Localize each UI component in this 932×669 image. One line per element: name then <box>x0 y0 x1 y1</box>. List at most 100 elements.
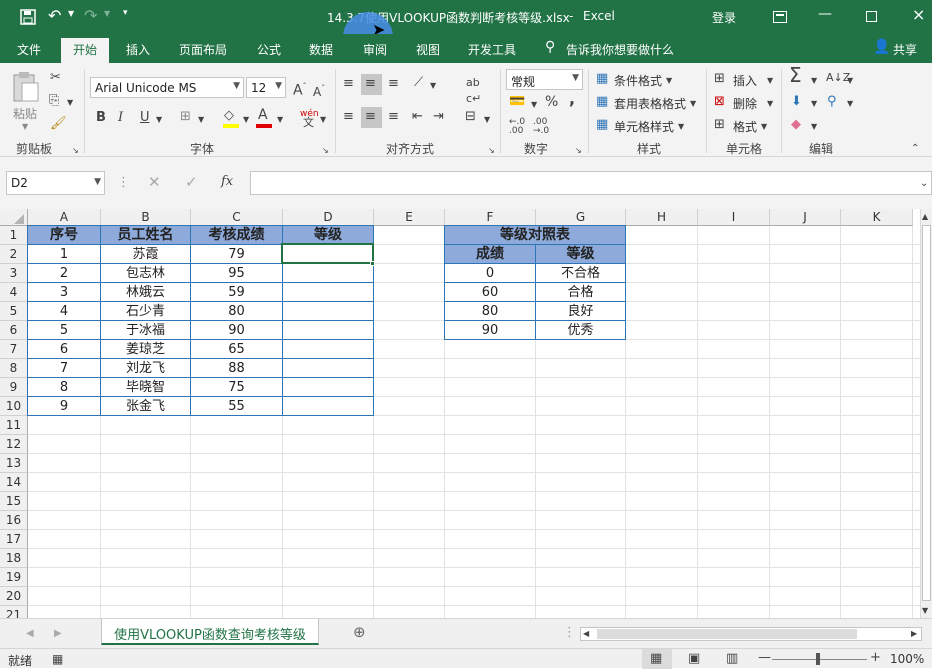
underline-button[interactable]: U <box>140 110 150 126</box>
zoom-out-icon[interactable]: — <box>758 650 771 666</box>
insert-dropdown-icon[interactable]: ▼ <box>767 73 773 89</box>
table-cell[interactable]: 79 <box>191 245 282 264</box>
align-bottom-icon[interactable]: ≡ <box>388 76 399 92</box>
format-as-table-button[interactable]: 套用表格格式 <box>614 95 686 112</box>
row-header[interactable]: 17 <box>0 530 28 549</box>
share-button[interactable]: 共享 <box>893 41 917 58</box>
table-cell[interactable] <box>283 283 373 302</box>
align-top-icon[interactable]: ≡ <box>343 76 354 92</box>
table-cell[interactable]: 毕晓智 <box>101 378 190 397</box>
zoom-level[interactable]: 100% <box>890 652 924 666</box>
insert-cells-button[interactable]: 插入 <box>733 72 757 89</box>
row-header[interactable]: 11 <box>0 416 28 435</box>
row-header[interactable]: 9 <box>0 378 28 397</box>
borders-dropdown-icon[interactable]: ▼ <box>198 112 204 128</box>
column-header[interactable]: K <box>841 209 913 226</box>
row-header[interactable]: 21 <box>0 606 28 618</box>
font-size-combo[interactable]: 12 ▼ <box>246 77 286 98</box>
table-cell[interactable]: 95 <box>191 264 282 283</box>
vertical-scrollbar[interactable]: ▲ ▼ <box>920 209 932 618</box>
find-select-icon[interactable]: ⚲ <box>827 94 837 110</box>
cancel-entry-icon[interactable]: ✕ <box>148 174 161 190</box>
login-link[interactable]: 登录 <box>712 9 736 26</box>
lookup-cell[interactable]: 合格 <box>536 283 625 302</box>
borders-icon[interactable]: ⊞ <box>180 109 191 125</box>
table-header-cell[interactable]: 考核成绩 <box>191 226 282 245</box>
paste-dropdown-icon[interactable]: ▼ <box>22 122 28 131</box>
name-box[interactable]: D2 ▼ <box>6 171 105 195</box>
shrink-font-icon[interactable]: Aˇ <box>313 81 325 100</box>
table-cell[interactable]: 5 <box>28 321 100 340</box>
column-header[interactable]: H <box>626 209 698 226</box>
row-header[interactable]: 18 <box>0 549 28 568</box>
align-center-icon[interactable]: ≡ <box>365 109 376 125</box>
normal-view-icon[interactable]: ▦ <box>650 651 662 667</box>
table-cell[interactable]: 苏霞 <box>101 245 190 264</box>
autosum-icon[interactable]: Σ <box>789 65 802 85</box>
formula-input[interactable] <box>250 171 932 195</box>
copy-dropdown-icon[interactable]: ▼ <box>67 95 73 111</box>
row-header[interactable]: 8 <box>0 359 28 378</box>
horizontal-scroll-thumb[interactable] <box>597 629 857 639</box>
row-header[interactable]: 20 <box>0 587 28 606</box>
table-cell[interactable] <box>283 302 373 321</box>
lookup-cell[interactable]: 优秀 <box>536 321 625 340</box>
next-sheet-icon[interactable]: ▶ <box>54 626 62 642</box>
horizontal-scrollbar[interactable]: ◀ ▶ <box>580 627 922 641</box>
macro-record-icon[interactable]: ▦ <box>52 651 63 667</box>
table-cell[interactable] <box>283 397 373 416</box>
increase-decimal-icon[interactable]: ←.0.00 <box>509 118 525 136</box>
row-header[interactable]: 4 <box>0 283 28 302</box>
table-cell[interactable]: 88 <box>191 359 282 378</box>
table-cell[interactable]: 55 <box>191 397 282 416</box>
page-break-view-icon[interactable]: ▥ <box>726 651 738 667</box>
italic-button[interactable]: I <box>118 110 123 126</box>
row-header[interactable]: 5 <box>0 302 28 321</box>
table-cell[interactable]: 于冰福 <box>101 321 190 340</box>
table-header-cell[interactable]: 员工姓名 <box>101 226 190 245</box>
align-middle-icon[interactable]: ≡ <box>365 76 376 92</box>
tab-file[interactable]: 文件 <box>17 41 41 58</box>
fill-icon[interactable]: ⬇ <box>791 94 802 110</box>
format-cells-button[interactable]: 格式 <box>733 118 757 135</box>
lookup-cell[interactable]: 80 <box>445 302 535 321</box>
scroll-up-icon[interactable]: ▲ <box>922 209 928 225</box>
clear-icon[interactable]: ◆ <box>791 117 801 133</box>
undo-icon[interactable]: ↶ <box>48 6 61 25</box>
tab-page-layout[interactable]: 页面布局 <box>179 41 227 58</box>
insert-function-button[interactable]: fx <box>221 174 233 190</box>
redo-icon[interactable]: ↷ <box>84 6 97 25</box>
delete-dropdown-icon[interactable]: ▼ <box>767 96 773 112</box>
autosum-dropdown-icon[interactable]: ▼ <box>811 73 817 89</box>
row-header[interactable]: 13 <box>0 454 28 473</box>
row-header[interactable]: 14 <box>0 473 28 492</box>
lookup-header-cell[interactable]: 等级 <box>536 245 625 264</box>
table-cell[interactable]: 4 <box>28 302 100 321</box>
redo-dropdown-icon[interactable]: ▼ <box>104 9 110 18</box>
zoom-in-icon[interactable]: + <box>870 650 881 666</box>
table-cell[interactable]: 8 <box>28 378 100 397</box>
table-cell[interactable]: 1 <box>28 245 100 264</box>
row-header[interactable]: 10 <box>0 397 28 416</box>
worksheet-grid[interactable]: A B C D E F G H I J K 1 2 3 4 5 6 7 8 9 10 11 12 13 14 15 16 17 18 19… <box>0 209 920 618</box>
tab-view[interactable]: 视图 <box>416 41 440 58</box>
table-cell[interactable]: 75 <box>191 378 282 397</box>
row-header[interactable]: 7 <box>0 340 28 359</box>
tab-developer[interactable]: 开发工具 <box>468 41 516 58</box>
table-cell[interactable]: 6 <box>28 340 100 359</box>
table-cell[interactable]: 9 <box>28 397 100 416</box>
lookup-cell[interactable]: 良好 <box>536 302 625 321</box>
decrease-indent-icon[interactable]: ⇤ <box>412 109 423 125</box>
table-cell[interactable]: 刘龙飞 <box>101 359 190 378</box>
orientation-icon[interactable]: ⟋ <box>414 75 423 91</box>
scroll-left-icon[interactable]: ◀ <box>583 626 589 642</box>
scroll-down-icon[interactable]: ▼ <box>922 603 928 619</box>
table-cell[interactable]: 3 <box>28 283 100 302</box>
tab-home[interactable]: 开始 <box>61 38 110 63</box>
add-sheet-icon[interactable]: ⊕ <box>353 624 366 640</box>
row-header[interactable]: 1 <box>0 226 28 245</box>
active-cell-selection[interactable] <box>281 243 374 264</box>
align-left-icon[interactable]: ≡ <box>343 109 354 125</box>
copy-icon[interactable]: ⎘ <box>49 93 59 109</box>
row-header[interactable]: 16 <box>0 511 28 530</box>
